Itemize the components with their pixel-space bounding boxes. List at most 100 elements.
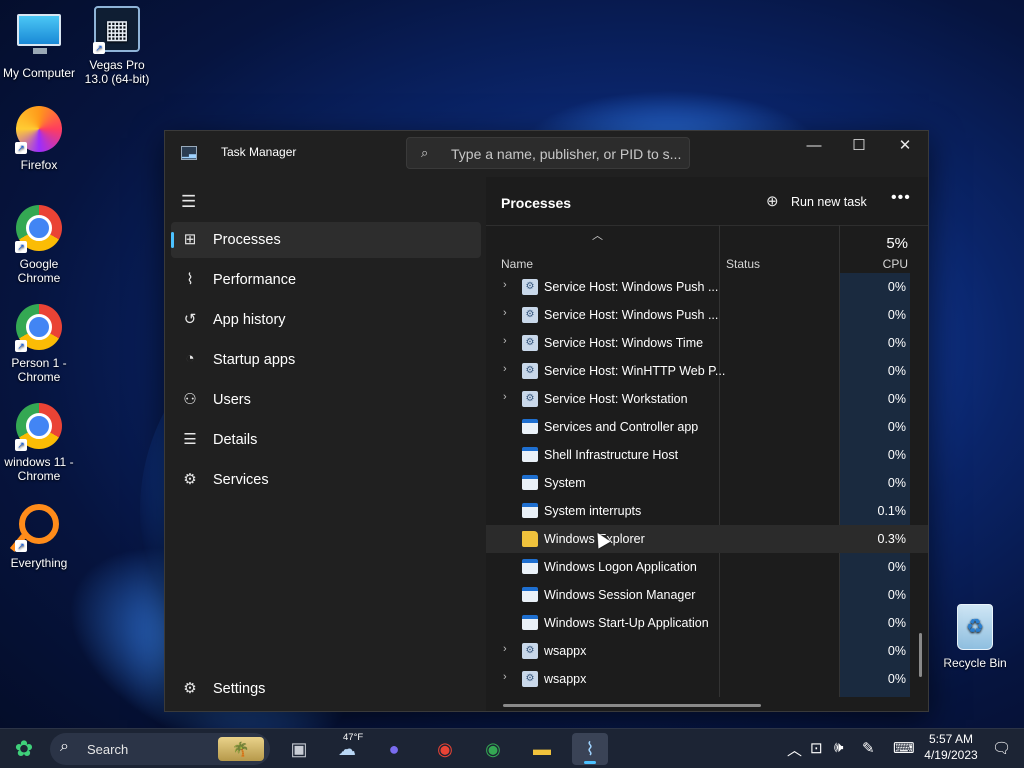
chrome-taskbar-icon[interactable]: ◉ xyxy=(427,733,463,765)
process-cpu: 0% xyxy=(887,448,906,462)
desktop-icon-label: Firefox xyxy=(20,158,58,172)
search-icon: ⌕ xyxy=(60,738,69,755)
process-name: wsappx xyxy=(544,672,587,686)
taskbar-search-label: Search xyxy=(87,742,129,757)
desktop-icon-everything[interactable]: ↗ Everything xyxy=(0,504,78,570)
expand-chevron-icon[interactable]: › xyxy=(503,279,507,291)
nav-item-app-history[interactable]: ↺ App history xyxy=(171,302,481,338)
nav-item-label: App history xyxy=(213,312,286,328)
navigation-pane: ☰ ⊞ Processes ⌇ Performance ↺ App histor… xyxy=(165,177,486,711)
process-cpu: 0.3% xyxy=(877,532,907,546)
network-icon[interactable]: ⊡ xyxy=(810,739,823,757)
expand-chevron-icon[interactable]: › xyxy=(503,307,507,319)
service-gear-icon: ⚙ xyxy=(522,363,538,379)
column-header-status[interactable]: Status xyxy=(726,257,760,271)
desktop-icon-person1-chrome[interactable]: ↗ Person 1 - Chrome xyxy=(0,304,78,384)
process-row[interactable]: System 0% xyxy=(486,469,928,497)
pen-icon[interactable]: ✎ xyxy=(862,739,875,757)
users-icon: ⚇ xyxy=(183,391,197,408)
settings-icon: ⚙ xyxy=(183,680,197,697)
expand-chevron-icon[interactable]: › xyxy=(503,643,507,655)
expand-chevron-icon[interactable]: › xyxy=(503,363,507,375)
desktop-icon-my-computer[interactable]: My Computer xyxy=(0,8,78,80)
process-row[interactable]: Windows Session Manager 0% xyxy=(486,581,928,609)
maximize-button[interactable]: ☐ xyxy=(836,131,882,163)
notifications-icon[interactable]: 🗨 xyxy=(992,739,1011,757)
process-row[interactable]: System interrupts 0.1% xyxy=(486,497,928,525)
process-name: Service Host: Workstation xyxy=(544,392,688,406)
start-button[interactable]: ✿ xyxy=(10,733,38,765)
process-row[interactable]: › ⚙ Service Host: Windows Push ... 0% xyxy=(486,273,928,301)
close-button[interactable]: ✕ xyxy=(882,131,928,163)
process-row[interactable]: › ⚙ Service Host: Windows Time 0% xyxy=(486,329,928,357)
task-view-icon[interactable]: ▣ xyxy=(281,733,317,765)
search-box[interactable]: ⌕ xyxy=(406,137,690,169)
nav-item-settings[interactable]: ⚙ Settings xyxy=(171,671,481,707)
app-window-icon xyxy=(522,559,538,574)
process-cpu: 0% xyxy=(887,616,906,630)
title-bar[interactable]: ▁▃ Task Manager ⌕ — ☐ ✕ xyxy=(165,131,928,177)
nav-item-users[interactable]: ⚇ Users xyxy=(171,382,481,418)
keyboard-icon[interactable]: ⌨ xyxy=(893,739,915,757)
column-header-name[interactable]: Name xyxy=(501,257,533,271)
search-icon: ⌕ xyxy=(421,145,429,160)
app-window-icon xyxy=(522,503,538,518)
service-gear-icon: ⚙ xyxy=(522,279,538,295)
process-name: Windows Start-Up Application xyxy=(544,616,709,630)
process-row[interactable]: Windows Logon Application 0% xyxy=(486,553,928,581)
expand-chevron-icon[interactable]: › xyxy=(503,391,507,403)
expand-chevron-icon[interactable]: › xyxy=(503,335,507,347)
service-gear-icon: ⚙ xyxy=(522,335,538,351)
column-header-cpu[interactable]: CPU xyxy=(840,257,908,271)
process-row[interactable]: Windows Start-Up Application 0% xyxy=(486,609,928,637)
nav-item-performance[interactable]: ⌇ Performance xyxy=(171,262,481,298)
process-row[interactable]: › ⚙ Service Host: WinHTTP Web P... 0% xyxy=(486,357,928,385)
process-cpu: 0% xyxy=(887,476,906,490)
process-row[interactable]: Windows Explorer 0.3% xyxy=(486,525,928,553)
vertical-scrollbar[interactable] xyxy=(919,633,922,677)
run-task-icon: ⊕ xyxy=(766,193,779,210)
desktop-icon-vegas-pro[interactable]: ▦ ↗ Vegas Pro 13.0 (64-bit) xyxy=(78,6,156,86)
process-row[interactable]: Shell Infrastructure Host 0% xyxy=(486,441,928,469)
hamburger-menu-icon[interactable]: ☰ xyxy=(181,192,196,212)
nav-item-startup-apps[interactable]: ◔ Startup apps xyxy=(171,342,481,378)
horizontal-scrollbar[interactable] xyxy=(503,704,761,707)
clock-time: 5:57 AM xyxy=(928,732,974,746)
process-name: Service Host: Windows Push ... xyxy=(544,308,719,322)
performance-icon: ⌇ xyxy=(186,271,194,288)
file-explorer-icon[interactable]: ▬ xyxy=(524,733,560,765)
search-highlight-art: 🌴 xyxy=(218,737,264,761)
search-input[interactable] xyxy=(451,144,683,164)
process-row[interactable]: › ⚙ wsappx 0% xyxy=(486,637,928,665)
taskbar-search[interactable]: ⌕ Search 🌴 xyxy=(50,733,270,765)
more-options-icon[interactable]: ••• xyxy=(891,189,911,207)
desktop-icon-windows11-chrome[interactable]: ↗ windows 11 - Chrome xyxy=(0,403,78,483)
chrome-profile-taskbar-icon[interactable]: ◉ xyxy=(475,733,511,765)
film-icon: ▦ ↗ xyxy=(93,6,141,54)
desktop-icon-firefox[interactable]: ↗ Firefox xyxy=(0,106,78,172)
nav-item-services[interactable]: ⚙ Services xyxy=(171,462,481,498)
sort-ascending-icon: ︿ xyxy=(592,230,603,242)
service-gear-icon: ⚙ xyxy=(522,643,538,659)
process-row[interactable]: › ⚙ Service Host: Windows Push ... 0% xyxy=(486,301,928,329)
nav-item-details[interactable]: ☰ Details xyxy=(171,422,481,458)
nav-item-label: Processes xyxy=(213,232,281,248)
desktop-icon-recycle-bin[interactable]: ♻ Recycle Bin xyxy=(936,604,1014,670)
firefox-icon: ↗ xyxy=(15,106,63,154)
process-row[interactable]: Services and Controller app 0% xyxy=(486,413,928,441)
task-manager-taskbar-icon[interactable]: ⌇ xyxy=(572,733,608,765)
desktop-icon-google-chrome[interactable]: ↗ Google Chrome xyxy=(0,205,78,285)
show-hidden-icons-chevron-icon[interactable]: ︿ xyxy=(787,739,802,760)
teams-chat-icon[interactable]: ● xyxy=(376,733,412,765)
system-clock[interactable]: 5:57 AM 4/19/2023 xyxy=(920,731,982,763)
app-window-icon xyxy=(522,587,538,602)
process-row[interactable]: › ⚙ wsappx 0% xyxy=(486,665,928,693)
startup-icon: ◔ xyxy=(185,350,195,367)
volume-icon[interactable]: 🕪 xyxy=(834,739,843,756)
minimize-button[interactable]: — xyxy=(791,131,837,163)
process-cpu: 0% xyxy=(887,672,906,686)
expand-chevron-icon[interactable]: › xyxy=(503,671,507,683)
nav-item-processes[interactable]: ⊞ Processes xyxy=(171,222,481,258)
process-name: Service Host: Windows Time xyxy=(544,336,704,350)
process-row[interactable]: › ⚙ Service Host: Workstation 0% xyxy=(486,385,928,413)
